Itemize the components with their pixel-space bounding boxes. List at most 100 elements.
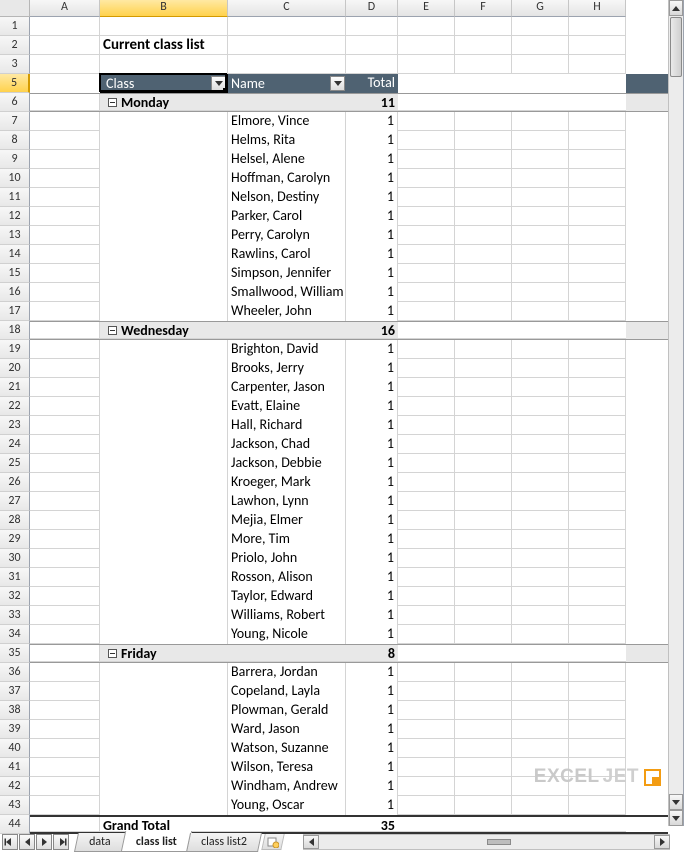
cell[interactable] (346, 17, 398, 36)
cell-grid[interactable]: Current class list Class Name Total Mond… (30, 17, 668, 826)
group-header[interactable]: Wednesday (100, 322, 228, 339)
row-header-29[interactable]: 29 (0, 530, 30, 549)
row-header-7[interactable]: 7 (0, 112, 30, 131)
list-item[interactable]: Young, Nicole (228, 625, 346, 644)
row-header-8[interactable]: 8 (0, 131, 30, 150)
collapse-icon[interactable] (108, 98, 117, 107)
list-item[interactable]: Brooks, Jerry (228, 359, 346, 378)
scroll-split-button[interactable] (669, 810, 683, 826)
cell[interactable] (455, 55, 512, 74)
column-header-B[interactable]: B (100, 0, 228, 17)
list-item[interactable]: Windham, Andrew (228, 777, 346, 796)
tab-nav-last[interactable] (53, 834, 69, 850)
row-header-11[interactable]: 11 (0, 188, 30, 207)
insert-worksheet-button[interactable] (262, 834, 285, 850)
row-header-31[interactable]: 31 (0, 568, 30, 587)
column-header-H[interactable]: H (569, 0, 626, 17)
scroll-up-button[interactable] (669, 0, 683, 16)
row-header-27[interactable]: 27 (0, 492, 30, 511)
row-header-21[interactable]: 21 (0, 378, 30, 397)
cell[interactable] (30, 55, 100, 74)
column-header-E[interactable]: E (398, 0, 455, 17)
tab-nav-first[interactable] (2, 834, 18, 850)
list-item[interactable]: Mejia, Elmer (228, 511, 346, 530)
collapse-icon[interactable] (108, 326, 117, 335)
cell[interactable] (30, 17, 100, 36)
worksheet-tab[interactable]: class list (120, 831, 191, 852)
list-item[interactable]: More, Tim (228, 530, 346, 549)
collapse-icon[interactable] (108, 649, 117, 658)
row-header-35[interactable]: 35 (0, 644, 30, 663)
cell[interactable] (228, 55, 346, 74)
list-item[interactable]: Simpson, Jennifer (228, 264, 346, 283)
tab-nav-prev[interactable] (19, 834, 35, 850)
list-item[interactable]: Elmore, Vince (228, 112, 346, 131)
list-item[interactable]: Young, Oscar (228, 796, 346, 815)
list-item[interactable]: Jackson, Debbie (228, 454, 346, 473)
row-header-18[interactable]: 18 (0, 321, 30, 340)
worksheet-tab[interactable]: data (74, 833, 126, 852)
list-item[interactable]: Lawhon, Lynn (228, 492, 346, 511)
list-item[interactable]: Hoffman, Carolyn (228, 169, 346, 188)
row-header-42[interactable]: 42 (0, 777, 30, 796)
list-item[interactable]: Perry, Carolyn (228, 226, 346, 245)
column-header-F[interactable]: F (455, 0, 512, 17)
list-item[interactable]: Rawlins, Carol (228, 245, 346, 264)
list-item[interactable]: Rosson, Alison (228, 568, 346, 587)
row-header-26[interactable]: 26 (0, 473, 30, 492)
list-item[interactable]: Copeland, Layla (228, 682, 346, 701)
tab-nav-next[interactable] (36, 834, 52, 850)
scroll-down-button[interactable] (669, 794, 683, 810)
list-item[interactable]: Nelson, Destiny (228, 188, 346, 207)
row-header-37[interactable]: 37 (0, 682, 30, 701)
cell[interactable] (569, 17, 626, 36)
row-header-28[interactable]: 28 (0, 511, 30, 530)
row-header-16[interactable]: 16 (0, 283, 30, 302)
list-item[interactable]: Ward, Jason (228, 720, 346, 739)
group-header[interactable]: Friday (100, 645, 228, 662)
row-header-20[interactable]: 20 (0, 359, 30, 378)
column-header-G[interactable]: G (512, 0, 569, 17)
list-item[interactable]: Jackson, Chad (228, 435, 346, 454)
row-header-23[interactable]: 23 (0, 416, 30, 435)
cell[interactable] (512, 55, 569, 74)
row-header-32[interactable]: 32 (0, 587, 30, 606)
row-header-41[interactable]: 41 (0, 758, 30, 777)
list-item[interactable]: Smallwood, William (228, 283, 346, 302)
row-header-9[interactable]: 9 (0, 150, 30, 169)
list-item[interactable]: Wilson, Teresa (228, 758, 346, 777)
list-item[interactable]: Plowman, Gerald (228, 701, 346, 720)
row-header-15[interactable]: 15 (0, 264, 30, 283)
row-header-2[interactable]: 2 (0, 36, 30, 55)
row-header-6[interactable]: 6 (0, 93, 30, 112)
select-all-corner[interactable] (0, 0, 30, 17)
row-header-22[interactable]: 22 (0, 397, 30, 416)
column-header-D[interactable]: D (346, 0, 398, 17)
cell[interactable] (346, 55, 398, 74)
vertical-scroll-thumb[interactable] (670, 17, 682, 77)
scroll-right-button[interactable] (654, 835, 670, 849)
cell[interactable] (228, 17, 346, 36)
row-header-19[interactable]: 19 (0, 340, 30, 359)
vertical-scrollbar[interactable] (668, 0, 683, 826)
filter-dropdown-icon[interactable] (330, 76, 345, 91)
scroll-left-button[interactable] (303, 835, 319, 849)
filter-dropdown-icon[interactable] (211, 76, 226, 91)
list-item[interactable]: Williams, Robert (228, 606, 346, 625)
row-header-24[interactable]: 24 (0, 435, 30, 454)
pivot-class-header[interactable]: Class (100, 74, 228, 93)
list-item[interactable]: Evatt, Elaine (228, 397, 346, 416)
row-header-40[interactable]: 40 (0, 739, 30, 758)
cell[interactable] (398, 17, 455, 36)
row-header-34[interactable]: 34 (0, 625, 30, 644)
cell[interactable] (398, 55, 455, 74)
cell[interactable] (455, 17, 512, 36)
pivot-total-header[interactable]: Total (346, 74, 398, 93)
row-header-12[interactable]: 12 (0, 207, 30, 226)
row-header-13[interactable]: 13 (0, 226, 30, 245)
row-header-5[interactable]: 5 (0, 74, 30, 93)
horizontal-scrollbar[interactable] (303, 834, 670, 850)
row-header-30[interactable]: 30 (0, 549, 30, 568)
group-header[interactable]: Monday (100, 94, 228, 111)
cell[interactable] (569, 55, 626, 74)
